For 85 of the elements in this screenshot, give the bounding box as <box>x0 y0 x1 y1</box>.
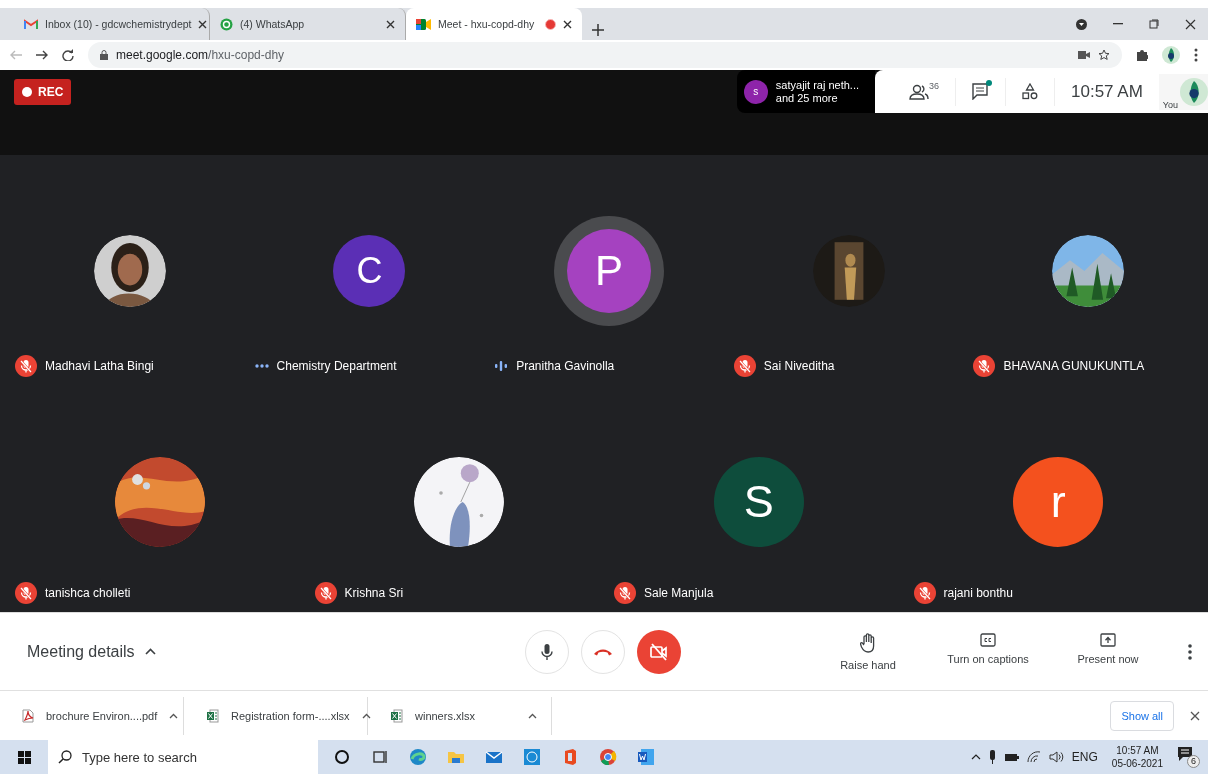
camera-off-icon <box>649 642 669 661</box>
avatar-icon <box>1180 77 1208 106</box>
search-icon <box>58 750 72 764</box>
star-icon[interactable] <box>1098 49 1110 61</box>
download-item[interactable]: brochure Environ....pdf <box>0 696 184 735</box>
download-item[interactable]: Registration form-....xlsx <box>184 696 368 735</box>
show-all-button[interactable]: Show all <box>1110 700 1174 731</box>
plus-icon[interactable] <box>592 24 604 36</box>
dropdown-icon[interactable] <box>1076 18 1087 30</box>
present-icon <box>1100 632 1116 647</box>
notifications-button[interactable]: 6 <box>1177 746 1200 768</box>
chat-icon <box>220 17 233 31</box>
recording-badge: REC <box>14 79 72 105</box>
clock: 10:57 AM <box>1070 81 1144 102</box>
participant-name: BHAVANA GUNUKUNTLA <box>1003 359 1145 373</box>
browser-tab[interactable]: Inbox (10) - gdcwchemistrydept <box>14 8 210 40</box>
close-icon[interactable] <box>563 19 572 29</box>
mail-icon <box>24 18 38 30</box>
people-icon[interactable] <box>909 83 929 100</box>
chevron-up-icon[interactable] <box>970 754 981 760</box>
spreadsheet-file-icon <box>206 708 219 723</box>
shapes-icon[interactable] <box>1022 83 1038 100</box>
spreadsheet-file-icon <box>390 708 403 723</box>
browser-icon[interactable] <box>408 747 428 767</box>
participant-name: Krishna Sri <box>344 586 404 600</box>
close-icon[interactable] <box>198 19 208 29</box>
browser-tab[interactable]: Meet - hxu-copd-dhy <box>406 8 582 40</box>
language-indicator[interactable]: ENG <box>1071 750 1098 764</box>
cortana-icon[interactable] <box>332 747 352 767</box>
minimize-icon[interactable] <box>1113 23 1123 25</box>
more-icon[interactable] <box>1194 48 1198 62</box>
phone-icon <box>593 647 613 656</box>
restore-icon[interactable] <box>1149 19 1159 29</box>
microphone-icon[interactable] <box>988 750 996 764</box>
chevron-up-icon[interactable] <box>361 712 371 719</box>
forward-icon[interactable] <box>36 50 48 60</box>
search-field[interactable]: Type here to search <box>48 740 318 774</box>
speaker-icon[interactable] <box>1048 751 1064 763</box>
word-icon[interactable] <box>636 747 656 767</box>
action-button[interactable]: Raise hand <box>808 632 928 671</box>
participant-name: Pranitha Gavinolla <box>516 359 615 373</box>
clock[interactable]: 10:57 AM <box>1116 744 1159 757</box>
address-bar[interactable]: meet.google.com/hxu-copd-dhy <box>88 42 1122 68</box>
more-icon[interactable] <box>1188 643 1192 660</box>
wifi-icon[interactable] <box>1026 751 1041 763</box>
participant-name: Sai Niveditha <box>763 359 835 373</box>
microphone-button[interactable] <box>525 629 569 674</box>
pdf-file-icon <box>22 708 34 723</box>
battery-icon[interactable] <box>1003 752 1019 762</box>
microphone-icon <box>541 642 553 661</box>
avatar: S <box>713 457 804 547</box>
chevron-up-icon[interactable] <box>169 712 179 719</box>
windows-icon[interactable] <box>17 750 31 764</box>
meeting-details-button[interactable]: Meeting details <box>27 642 135 661</box>
action-button[interactable]: Turn on captions <box>928 632 1048 671</box>
avatar: s <box>743 79 768 104</box>
chat-icon[interactable] <box>972 83 989 100</box>
chevron-up-icon[interactable] <box>144 648 156 655</box>
reload-icon[interactable] <box>62 49 74 61</box>
close-icon[interactable] <box>386 19 395 29</box>
action-button[interactable]: Present now <box>1048 632 1168 671</box>
close-icon[interactable] <box>1190 710 1200 721</box>
camera-icon <box>416 18 431 30</box>
captions-icon <box>980 632 996 647</box>
camera-button[interactable] <box>637 629 681 674</box>
lock-icon <box>100 50 108 60</box>
avatar: C <box>333 235 406 307</box>
avatar: r <box>1013 457 1104 547</box>
chevron-up-icon[interactable] <box>528 712 537 719</box>
you-label: You <box>1162 99 1179 110</box>
video-icon[interactable] <box>1078 51 1090 59</box>
participant-name: Chemistry Department <box>276 359 397 373</box>
participant-name: Sale Manjula <box>644 586 714 600</box>
participant-name: rajani bonthu <box>943 586 1013 600</box>
presenter-name: satyajit raj neth... <box>775 78 859 92</box>
people-count: 36 <box>929 80 939 91</box>
avatar-icon[interactable] <box>1162 46 1180 64</box>
close-icon[interactable] <box>1185 18 1196 30</box>
more-label: and 25 more <box>775 91 839 105</box>
download-item[interactable]: winners.xlsx <box>368 696 552 735</box>
hand-icon <box>860 632 876 653</box>
participant-name: tanishca cholleti <box>45 586 131 600</box>
date[interactable]: 05-06-2021 <box>1111 757 1163 770</box>
chrome-icon[interactable] <box>598 747 618 767</box>
participant-name: Madhavi Latha Bingi <box>45 359 154 373</box>
